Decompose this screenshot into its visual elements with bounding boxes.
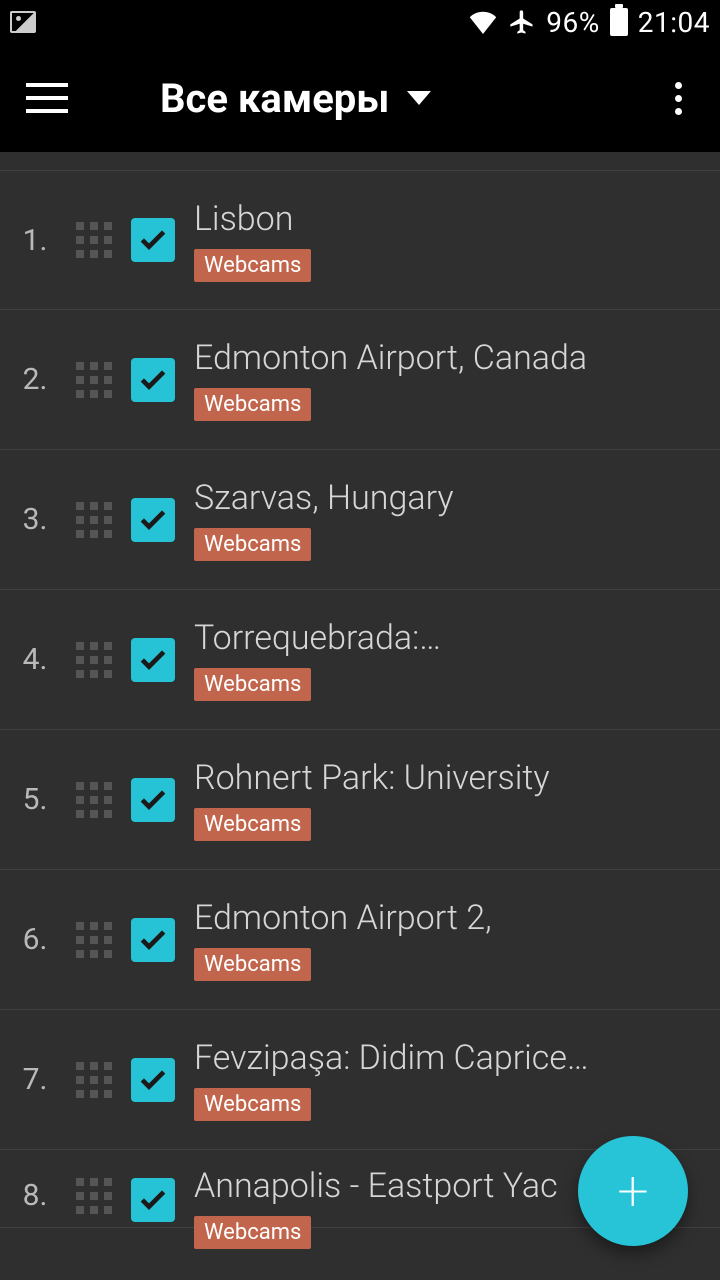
item-checkbox[interactable] <box>131 1058 175 1102</box>
item-tag: Webcams <box>194 249 311 282</box>
item-title: Fevzipaşa: Didim Caprice… <box>194 1038 712 1078</box>
airplane-mode-icon <box>508 8 536 36</box>
drag-handle-icon[interactable] <box>70 362 118 398</box>
item-tag: Webcams <box>194 528 311 561</box>
list-item[interactable]: 3. Szarvas, Hungary Webcams <box>0 450 720 590</box>
camera-list[interactable]: 1. Lisbon Webcams 2. Edmonton Airport, C… <box>0 152 720 1280</box>
list-item[interactable]: 6. Edmonton Airport 2, Webcams <box>0 870 720 1010</box>
status-bar: 96% 21:04 <box>0 0 720 44</box>
item-tag: Webcams <box>194 808 311 841</box>
app-bar: Все камеры <box>0 44 720 152</box>
item-tag: Webcams <box>194 1088 311 1121</box>
item-index: 6. <box>0 922 70 957</box>
item-title: Torrequebrada:… <box>194 618 712 658</box>
item-tag: Webcams <box>194 1216 311 1249</box>
item-index: 4. <box>0 642 70 677</box>
chevron-down-icon <box>407 91 431 105</box>
list-item[interactable]: 4. Torrequebrada:… Webcams <box>0 590 720 730</box>
item-tag: Webcams <box>194 668 311 701</box>
item-checkbox[interactable] <box>131 498 175 542</box>
list-item[interactable]: 5. Rohnert Park: University Webcams <box>0 730 720 870</box>
item-title: Edmonton Airport, Canada <box>194 338 712 378</box>
item-index: 5. <box>0 782 70 817</box>
add-camera-fab[interactable]: + <box>578 1136 688 1246</box>
list-item[interactable]: 7. Fevzipaşa: Didim Caprice… Webcams <box>0 1010 720 1150</box>
page-title: Все камеры <box>160 75 389 122</box>
item-title: Szarvas, Hungary <box>194 478 712 518</box>
drag-handle-icon[interactable] <box>70 1062 118 1098</box>
item-checkbox[interactable] <box>131 918 175 962</box>
battery-percent: 96% <box>546 6 599 39</box>
overflow-menu-button[interactable] <box>658 78 698 118</box>
item-tag: Webcams <box>194 388 311 421</box>
item-title: Lisbon <box>194 199 712 239</box>
item-checkbox[interactable] <box>131 1178 175 1222</box>
battery-icon <box>610 8 628 36</box>
drag-handle-icon[interactable] <box>70 642 118 678</box>
item-title: Rohnert Park: University <box>194 758 712 798</box>
item-title: Edmonton Airport 2, <box>194 898 712 938</box>
clock: 21:04 <box>638 6 710 39</box>
title-dropdown[interactable]: Все камеры <box>160 75 431 122</box>
drag-handle-icon[interactable] <box>70 222 118 258</box>
list-item[interactable]: 2. Edmonton Airport, Canada Webcams <box>0 310 720 450</box>
item-index: 1. <box>0 223 70 258</box>
item-tag: Webcams <box>194 948 311 981</box>
screenshot-icon <box>10 11 36 33</box>
wifi-icon <box>468 10 498 34</box>
item-checkbox[interactable] <box>131 778 175 822</box>
item-index: 2. <box>0 362 70 397</box>
item-checkbox[interactable] <box>131 358 175 402</box>
item-checkbox[interactable] <box>131 218 175 262</box>
drag-handle-icon[interactable] <box>70 922 118 958</box>
item-index: 3. <box>0 502 70 537</box>
list-item[interactable]: 1. Lisbon Webcams <box>0 170 720 310</box>
item-checkbox[interactable] <box>131 638 175 682</box>
item-index: 8. <box>0 1178 70 1213</box>
plus-icon: + <box>617 1163 649 1219</box>
drag-handle-icon[interactable] <box>70 502 118 538</box>
drag-handle-icon[interactable] <box>70 782 118 818</box>
menu-button[interactable] <box>26 83 68 113</box>
drag-handle-icon[interactable] <box>70 1178 118 1214</box>
item-index: 7. <box>0 1062 70 1097</box>
